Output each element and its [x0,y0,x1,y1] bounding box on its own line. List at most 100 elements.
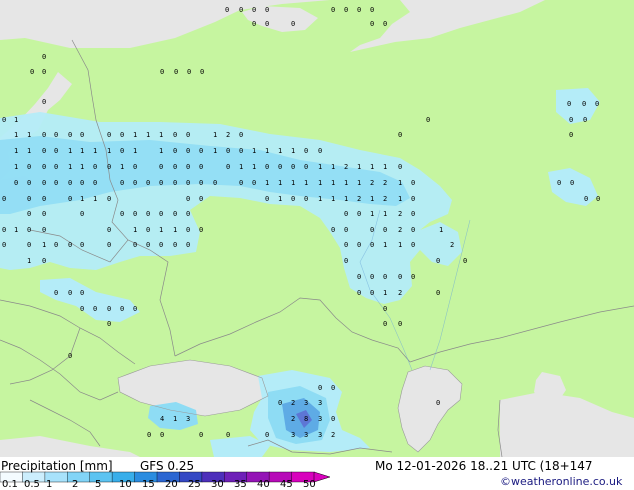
precip-value-label: 4 [160,415,164,423]
precip-value-label: 0 [42,226,46,234]
precip-value-label: 0 [146,210,150,218]
precip-value-label: 1 [331,195,335,203]
precip-value-label: 0 [199,195,203,203]
precip-value-label: 0 [186,226,190,234]
precip-value-label: 1 [370,195,374,203]
precip-value-label: 0 [304,163,308,171]
precip-value-label: 0 [186,147,190,155]
precip-value-label: 0 [42,195,46,203]
precip-value-label: 1 [383,210,387,218]
precip-value-label: 1 [398,195,402,203]
precip-value-label: 0 [146,226,150,234]
precip-value-label: 0 [370,241,374,249]
precip-value-label: 0 [583,116,587,124]
precip-value-label: 0 [93,179,97,187]
precip-value-label: 0 [383,305,387,313]
precip-value-label: 0 [596,195,600,203]
precip-value-label: 1 [278,179,282,187]
precip-value-label: 0 [291,195,295,203]
precip-value-label: 0 [225,6,229,14]
precip-value-label: 0 [426,116,430,124]
precip-value-label: 0 [133,241,137,249]
precip-value-label: 1 [42,241,46,249]
precip-value-label: 0 [54,179,58,187]
precip-value-label: 0 [107,320,111,328]
precip-value-label: 2 [331,431,335,439]
precip-value-label: 1 [318,179,322,187]
precip-value-label: 1 [213,131,217,139]
precip-value-label: 0 [344,241,348,249]
precip-value-label: 0 [344,257,348,265]
precip-value-label: 0 [42,53,46,61]
precip-value-label: 0 [199,147,203,155]
precip-value-label: 1 [80,195,84,203]
precip-value-label: 0 [80,241,84,249]
precip-value-label: 0 [265,163,269,171]
precip-value-label: 1 [331,163,335,171]
precip-value-label: 1 [370,163,374,171]
precip-value-label: 8 [304,415,308,423]
precip-value-label: 1 [439,226,443,234]
precip-value-label: 0 [42,257,46,265]
precip-value-label: 0 [133,305,137,313]
precip-value-label: 1 [120,163,124,171]
precip-value-label: 0 [411,273,415,281]
precip-value-label: 1 [146,131,150,139]
colorbar-label: 5 [95,479,102,490]
precip-value-label: 0 [173,147,177,155]
precip-value-label: 0 [42,131,46,139]
precip-value-label: 0 [595,100,599,108]
colorbar-label: 45 [280,479,293,490]
precip-value-label: 2 [370,179,374,187]
precip-value-label: 1 [14,131,18,139]
precip-value-label: 0 [107,131,111,139]
precip-value-label: 1 [133,147,137,155]
precip-value-label: 0 [344,6,348,14]
precip-value-label: 3 [318,415,322,423]
precip-value-label: 0 [54,147,58,155]
model-name: GFS 0.25 [140,459,195,473]
precip-value-label: 1 [357,163,361,171]
precip-value-label: 0 [42,179,46,187]
precip-value-label: 0 [278,399,282,407]
precip-value-label: 0 [383,20,387,28]
precip-value-label: 0 [93,163,97,171]
precip-value-label: 0 [370,20,374,28]
precip-value-label: 3 [304,431,308,439]
precip-value-label: 0 [265,195,269,203]
precip-value-label: 0 [265,431,269,439]
precip-value-label: 0 [239,131,243,139]
precip-value-label: 0 [68,241,72,249]
precip-value-label: 0 [133,163,137,171]
precip-value-label: 0 [370,289,374,297]
precip-value-label: 0 [173,131,177,139]
precip-value-label: 0 [68,179,72,187]
precip-value-label: 1 [133,131,137,139]
colorbar-label: 2 [72,479,79,490]
precip-value-label: 1 [291,147,295,155]
precip-value-label: 0 [27,241,31,249]
precip-value-label: 0 [398,273,402,281]
precip-value-label: 0 [42,163,46,171]
precip-value-label: 0 [80,305,84,313]
precip-value-label: 0 [411,210,415,218]
precip-value-label: 0 [213,179,217,187]
precip-value-label: 0 [331,6,335,14]
precip-value-label: 0 [252,20,256,28]
credit-link[interactable]: ©weatheronline.co.uk [500,475,622,489]
precip-value-label: 0 [357,289,361,297]
precip-value-label: 1 [27,257,31,265]
precip-value-label: 0 [160,68,164,76]
precip-value-label: 0 [187,68,191,76]
precip-value-label: 0 [120,179,124,187]
precip-value-label: 0 [370,6,374,14]
precip-value-label: 1 [213,147,217,155]
precip-value-label: 0 [252,6,256,14]
precip-value-label: 1 [80,163,84,171]
precip-value-label: 0 [199,163,203,171]
precip-value-label: 0 [159,210,163,218]
precip-value-label: 0 [159,241,163,249]
precip-value-label: 0 [265,20,269,28]
precip-value-label: 0 [411,226,415,234]
precip-value-label: 0 [30,68,34,76]
